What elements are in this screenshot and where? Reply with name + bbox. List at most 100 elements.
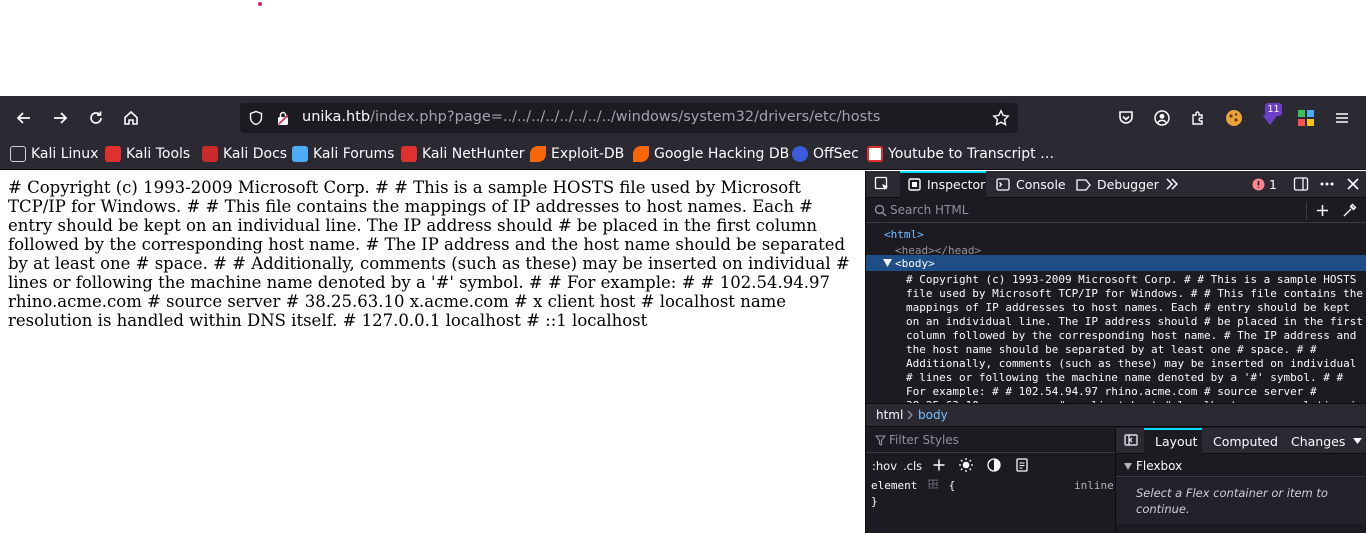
inline-source-label: inline [1074, 479, 1114, 492]
tree-text-node[interactable]: # Copyright (c) 1993-2009 Microsoft Corp… [906, 273, 1366, 403]
error-indicator[interactable]: 1 [1252, 177, 1277, 192]
url-path: /index.php?page=../../../../../../../../… [370, 109, 881, 125]
html-tree: <html> <head></head> <body> # Copyright … [866, 224, 1366, 403]
bookmark-kali-forums[interactable]: Kali Forums [292, 146, 394, 162]
flex-message: Select a Flex container or item to conti… [1136, 486, 1328, 516]
more-options-icon[interactable] [1319, 176, 1335, 192]
extensions-icon[interactable] [1183, 104, 1213, 132]
dark-scheme-icon[interactable] [987, 458, 1001, 472]
bookmark-label: Exploit-DB [551, 146, 625, 162]
tree-html-node[interactable]: <html> [884, 228, 924, 241]
exploit-db-icon [633, 146, 649, 162]
layout-pane: Layout Computed Changes Flexbox Select a… [1116, 428, 1366, 533]
url-host: unika.htb [302, 109, 371, 125]
tree-selected-row[interactable] [866, 255, 1366, 271]
dock-icon[interactable] [1293, 176, 1309, 192]
close-brace: } [871, 495, 878, 508]
bookmark-kali-docs[interactable]: Kali Docs [202, 146, 287, 162]
toggle-sidebar-icon[interactable] [1124, 434, 1138, 446]
grid-highlighter-icon[interactable] [928, 479, 938, 489]
bookmark-label: Google Hacking DB [654, 146, 790, 162]
kali-dragon-icon [105, 146, 121, 162]
collapse-triangle-icon [1124, 463, 1132, 470]
search-divider [1306, 202, 1307, 220]
filter-styles-input[interactable]: Filter Styles [866, 428, 1115, 453]
bookmark-offsec[interactable]: OffSec [792, 146, 859, 162]
tab-console[interactable]: Console [996, 177, 1066, 192]
search-icon [874, 204, 887, 217]
bookmark-youtube-transcript[interactable]: Youtube to Transcript … [867, 146, 1054, 162]
breadcrumb-chevron-icon [907, 410, 914, 420]
cookie-extension-icon[interactable] [1219, 104, 1249, 132]
html-search-input[interactable]: Search HTML [866, 199, 1366, 223]
kali-docs-icon [202, 146, 218, 162]
url-text[interactable]: unika.htb/index.php?page=../../../../../… [302, 109, 880, 125]
home-icon[interactable] [116, 104, 146, 132]
element-selector: element [871, 479, 918, 492]
rules-toolbar: :hov .cls [866, 454, 1115, 478]
error-count: 1 [1269, 177, 1277, 192]
light-scheme-icon[interactable] [958, 457, 974, 473]
add-rule-icon[interactable] [932, 458, 946, 472]
pocket-icon[interactable] [1111, 104, 1141, 132]
inspector-label: Inspector [927, 177, 986, 192]
page-content: # Copyright (c) 1993-2009 Microsoft Corp… [0, 171, 865, 533]
tree-body-node[interactable]: <body> [895, 257, 935, 270]
bookmark-kali-tools[interactable]: Kali Tools [105, 146, 190, 162]
forward-icon[interactable] [45, 104, 75, 132]
search-placeholder: Search HTML [890, 203, 969, 217]
breadcrumb-html[interactable]: html [876, 408, 903, 422]
open-brace: { [948, 479, 956, 492]
error-icon [1252, 178, 1265, 191]
bookmark-star-icon[interactable] [992, 109, 1010, 127]
multi-account-icon[interactable] [1291, 104, 1321, 132]
menu-icon[interactable] [1327, 104, 1357, 132]
tab-changes[interactable]: Changes [1291, 434, 1345, 449]
lock-icon[interactable] [276, 110, 290, 126]
exploit-db-icon [530, 146, 546, 162]
bookmark-label: Youtube to Transcript … [888, 146, 1055, 162]
tab-debugger[interactable]: Debugger [1076, 177, 1159, 192]
bookmark-label: Kali Linux [31, 146, 99, 162]
bookmark-label: Kali NetHunter [422, 146, 525, 162]
tab-layout-label[interactable]: Layout [1155, 434, 1198, 449]
bookmark-kali-linux[interactable]: Kali Linux [10, 146, 98, 162]
print-media-icon[interactable] [1016, 458, 1028, 472]
expand-triangle-icon[interactable] [883, 259, 892, 267]
tab-inspector-label[interactable]: Inspector [908, 177, 985, 192]
cls-toggle[interactable]: .cls [903, 459, 922, 473]
inspector-icon [908, 178, 921, 191]
breadcrumb-body[interactable]: body [918, 408, 948, 422]
extension-badge: 11 [1265, 103, 1282, 116]
tab-computed[interactable]: Computed [1213, 434, 1278, 449]
flexbox-section-header[interactable]: Flexbox [1116, 455, 1366, 477]
bookmark-kali-nethunter[interactable]: Kali NetHunter [401, 146, 524, 162]
filter-icon [875, 435, 886, 446]
debugger-label: Debugger [1097, 177, 1159, 192]
element-picker-icon[interactable] [874, 176, 890, 192]
bookmark-label: OffSec [813, 146, 859, 162]
devtools-tabbar: Inspector Console Debugger 1 [866, 171, 1366, 198]
account-icon[interactable] [1147, 104, 1177, 132]
kali-forums-icon [292, 146, 308, 162]
add-node-icon[interactable] [1315, 203, 1330, 218]
console-label: Console [1016, 177, 1066, 192]
url-bar[interactable]: unika.htb/index.php?page=../../../../../… [240, 103, 1018, 133]
bookmark-label: Kali Docs [223, 146, 288, 162]
sidebar-dropdown-icon[interactable] [1353, 438, 1362, 444]
sidebar-tabbar: Layout Computed Changes [1116, 428, 1366, 454]
rules-pane: Filter Styles :hov .cls element {inline… [866, 428, 1116, 533]
back-icon[interactable] [9, 104, 39, 132]
element-rule[interactable]: element { [871, 479, 955, 492]
close-devtools-icon[interactable] [1346, 177, 1360, 191]
bookmark-google-hacking-db[interactable]: Google Hacking DB [633, 146, 789, 162]
eyedropper-icon[interactable] [1342, 203, 1357, 218]
tracking-shield-icon[interactable] [248, 110, 264, 126]
flexbox-heading: Flexbox [1136, 459, 1183, 473]
reload-icon[interactable] [81, 104, 111, 132]
bookmark-exploit-db[interactable]: Exploit-DB [530, 146, 624, 162]
more-tabs-chevron-icon[interactable] [1165, 177, 1179, 191]
debugger-icon [1076, 178, 1091, 191]
console-icon [996, 178, 1010, 191]
hov-toggle[interactable]: :hov [872, 459, 897, 473]
